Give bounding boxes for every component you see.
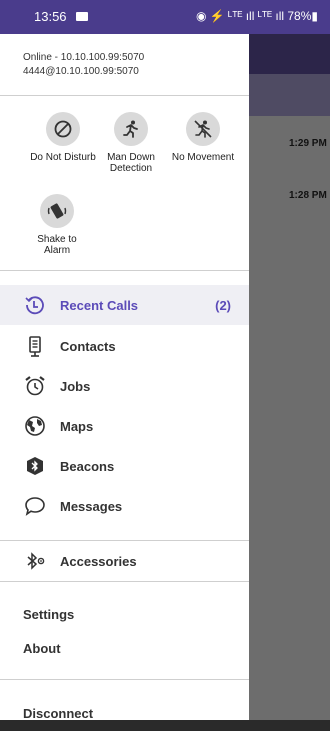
account-status: Online - 10.10.100.99:5070	[23, 52, 145, 63]
do-not-disturb-label: Do Not Disturb	[30, 152, 96, 163]
man-down-detection-toggle[interactable]: Man Down Detection	[92, 112, 170, 174]
disconnect-item[interactable]: Disconnect	[23, 706, 93, 721]
do-not-disturb-toggle[interactable]: Do Not Disturb	[24, 112, 102, 163]
messages-label: Messages	[60, 498, 123, 514]
background-content[interactable]: 1:29 PM 1:28 PM	[249, 34, 330, 720]
chat-bubble-icon	[24, 495, 46, 517]
menu-item-beacons[interactable]: Beacons	[0, 446, 249, 486]
running-person-icon	[114, 112, 148, 146]
no-movement-toggle[interactable]: No Movement	[164, 112, 242, 163]
no-movement-icon	[186, 112, 220, 146]
globe-icon	[24, 415, 46, 437]
beacons-label: Beacons	[60, 458, 115, 474]
background-toolbar	[249, 34, 330, 74]
menu-item-accessories[interactable]: Accessories	[0, 541, 249, 581]
shake-to-alarm-label: Shake to Alarm	[37, 234, 77, 256]
message-notification-icon	[76, 12, 88, 21]
recent-calls-label: Recent Calls	[60, 297, 139, 313]
about-item[interactable]: About	[23, 641, 61, 656]
divider	[0, 679, 249, 680]
background-tabs	[249, 74, 330, 116]
settings-item[interactable]: Settings	[23, 607, 74, 622]
recent-calls-count: (2)	[215, 297, 231, 313]
menu-item-recent-calls[interactable]: Recent Calls (2)	[0, 285, 249, 325]
alarm-clock-icon	[24, 375, 46, 397]
menu-item-messages[interactable]: Messages	[0, 486, 249, 526]
divider	[0, 581, 249, 582]
contacts-icon	[24, 335, 46, 357]
divider	[0, 95, 249, 96]
recent-calls-icon	[24, 294, 46, 316]
navigation-bar	[0, 720, 330, 731]
contacts-label: Contacts	[60, 338, 116, 354]
beacon-icon	[24, 455, 46, 477]
menu-item-jobs[interactable]: Jobs	[0, 366, 249, 406]
status-time: 13:56	[34, 9, 67, 24]
divider	[0, 270, 249, 271]
accessories-label: Accessories	[60, 553, 137, 569]
bluetooth-icon	[24, 550, 46, 572]
maps-label: Maps	[60, 418, 94, 434]
account-uri: 4444@10.10.100.99:5070	[23, 66, 139, 77]
status-indicators: ◉ ⚡ ᴸᵀᴱ ıll ᴸᵀᴱ ıll 78%▮	[195, 9, 318, 23]
background-call-time-2: 1:28 PM	[289, 190, 327, 201]
block-icon	[46, 112, 80, 146]
menu-item-contacts[interactable]: Contacts	[0, 326, 249, 366]
man-down-detection-label: Man Down Detection	[107, 152, 155, 174]
shake-phone-icon	[40, 194, 74, 228]
menu-item-maps[interactable]: Maps	[0, 406, 249, 446]
status-bar: 13:56 ◉ ⚡ ᴸᵀᴱ ıll ᴸᵀᴱ ıll 78%▮	[0, 0, 330, 34]
navigation-drawer: Online - 10.10.100.99:5070 4444@10.10.10…	[0, 34, 249, 721]
no-movement-label: No Movement	[171, 152, 235, 163]
background-call-time-1: 1:29 PM	[289, 138, 327, 149]
shake-to-alarm-toggle[interactable]: Shake to Alarm	[18, 194, 96, 256]
jobs-label: Jobs	[60, 378, 91, 394]
